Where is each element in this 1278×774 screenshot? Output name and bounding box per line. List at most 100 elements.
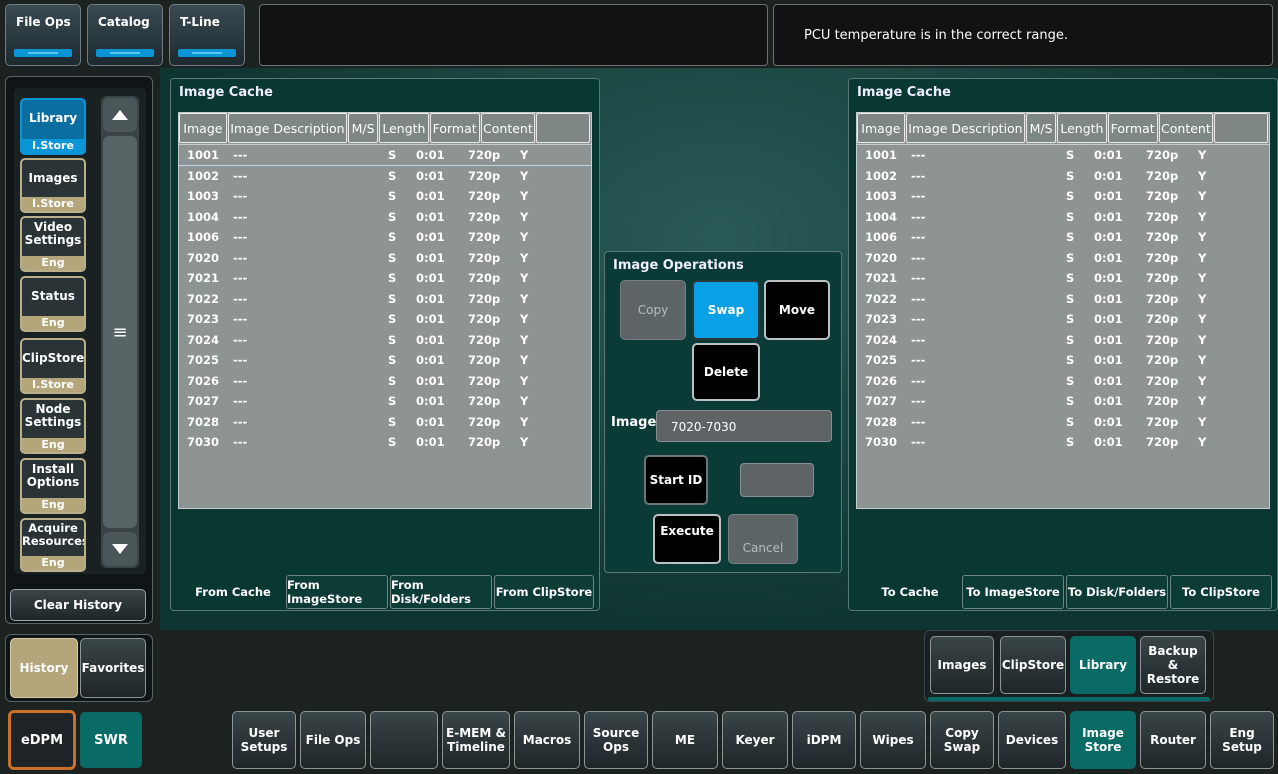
start-id-button[interactable]: Start ID — [644, 455, 708, 505]
edpm-button[interactable]: eDPM — [8, 710, 76, 770]
scroll-down-button[interactable] — [103, 532, 137, 566]
tab-from-clipstore[interactable]: From ClipStore — [494, 575, 594, 609]
table-row[interactable]: 7027 --- S 0:01 720p Y — [857, 391, 1269, 412]
catalog-button[interactable]: Catalog — [87, 4, 163, 66]
nav-file-ops[interactable]: File Ops — [300, 711, 366, 769]
tab-to-clipstore[interactable]: To ClipStore — [1170, 575, 1272, 609]
delete-button[interactable]: Delete — [692, 343, 760, 401]
swr-button[interactable]: SWR — [80, 712, 142, 768]
nav-user-setups[interactable]: User Setups — [232, 711, 296, 769]
tab-to-imagestore[interactable]: To ImageStore — [962, 575, 1064, 609]
t-line-button[interactable]: T-Line — [169, 4, 245, 66]
col-ms[interactable]: M/S — [348, 113, 379, 143]
col-content[interactable]: Content — [1158, 113, 1214, 143]
table-row[interactable]: 1004 --- S 0:01 720p Y — [857, 207, 1269, 228]
table-row[interactable]: 7028 --- S 0:01 720p Y — [179, 412, 591, 433]
nav-macros[interactable]: Macros — [514, 711, 580, 769]
sidebar-item-video-settings[interactable]: Video Settings Eng Setup — [20, 216, 86, 272]
table-row[interactable]: 7020 --- S 0:01 720p Y — [857, 248, 1269, 269]
table-row[interactable]: 1002 --- S 0:01 720p Y — [179, 166, 591, 187]
table-row[interactable]: 7025 --- S 0:01 720p Y — [179, 350, 591, 371]
move-button[interactable]: Move — [764, 280, 830, 340]
table-row[interactable]: 7028 --- S 0:01 720p Y — [857, 412, 1269, 433]
nav-eng-setup[interactable]: Eng Setup — [1210, 711, 1274, 769]
nav-copy-swap[interactable]: Copy Swap — [930, 711, 994, 769]
nav-blank[interactable] — [370, 711, 438, 769]
submenu-library-button[interactable]: Library — [1070, 636, 1136, 694]
clear-history-button[interactable]: Clear History — [10, 589, 146, 621]
col-format[interactable]: Format — [1107, 113, 1158, 143]
sidebar-item-status[interactable]: Status Eng Setup — [20, 276, 86, 332]
sidebar-item-install-options[interactable]: Install Options Eng Setup — [20, 458, 86, 514]
table-row[interactable]: 7022 --- S 0:01 720p Y — [179, 289, 591, 310]
scroll-up-button[interactable] — [103, 98, 137, 132]
col-format[interactable]: Format — [429, 113, 480, 143]
sidebar-item-clipstore[interactable]: ClipStore I.Store — [20, 338, 86, 394]
copy-button[interactable]: Copy — [620, 280, 686, 340]
nav-wipes[interactable]: Wipes — [860, 711, 926, 769]
sidebar-item-images[interactable]: Images I.Store — [20, 158, 86, 213]
file-ops-top-button[interactable]: File Ops — [5, 4, 81, 66]
table-row[interactable]: 1001 --- S 0:01 720p Y — [857, 145, 1269, 166]
table-row[interactable]: 7026 --- S 0:01 720p Y — [179, 371, 591, 392]
nav-image-store[interactable]: Image Store — [1070, 711, 1136, 769]
submenu-label: ClipStore — [1001, 658, 1065, 672]
table-cell: --- — [911, 230, 926, 245]
col-length[interactable]: Length — [1057, 113, 1107, 143]
table-row[interactable]: 1001 --- S 0:01 720p Y — [179, 145, 591, 166]
sidebar-item-library[interactable]: Library I.Store — [20, 98, 86, 155]
sidebar-item-acquire-resources[interactable]: Acquire Resources Eng Setup — [20, 518, 86, 572]
table-row[interactable]: 7024 --- S 0:01 720p Y — [857, 330, 1269, 351]
table-row[interactable]: 1004 --- S 0:01 720p Y — [179, 207, 591, 228]
table-row[interactable]: 1003 --- S 0:01 720p Y — [179, 186, 591, 207]
nav-source-ops[interactable]: Source Ops — [584, 711, 648, 769]
execute-button[interactable]: Execute — [653, 514, 721, 564]
table-row[interactable]: 7027 --- S 0:01 720p Y — [179, 391, 591, 412]
table-row[interactable]: 7021 --- S 0:01 720p Y — [179, 268, 591, 289]
sidebar-item-node-settings[interactable]: Node Settings Eng Setup — [20, 398, 86, 454]
table-row[interactable]: 7023 --- S 0:01 720p Y — [857, 309, 1269, 330]
nav-router[interactable]: Router — [1140, 711, 1206, 769]
submenu-backup-restore-button[interactable]: Backup & Restore — [1140, 636, 1206, 694]
table-row[interactable]: 7030 --- S 0:01 720p Y — [857, 432, 1269, 453]
catalog-label: Catalog — [98, 15, 150, 29]
nav-devices[interactable]: Devices — [998, 711, 1066, 769]
tab-to-disk-folders[interactable]: To Disk/Folders — [1066, 575, 1168, 609]
table-row[interactable]: 7020 --- S 0:01 720p Y — [179, 248, 591, 269]
table-row[interactable]: 7022 --- S 0:01 720p Y — [857, 289, 1269, 310]
table-row[interactable]: 7021 --- S 0:01 720p Y — [857, 268, 1269, 289]
table-row[interactable]: 1006 --- S 0:01 720p Y — [857, 227, 1269, 248]
table-row[interactable]: 7026 --- S 0:01 720p Y — [857, 371, 1269, 392]
col-ms[interactable]: M/S — [1026, 113, 1057, 143]
table-row[interactable]: 7025 --- S 0:01 720p Y — [857, 350, 1269, 371]
col-image[interactable]: Image — [857, 113, 905, 143]
nav-me[interactable]: ME — [652, 711, 718, 769]
nav-e-mem-timeline[interactable]: E-MEM & Timeline — [442, 711, 510, 769]
favorites-button[interactable]: Favorites — [80, 638, 146, 698]
scroll-thumb[interactable]: ≡ — [103, 136, 137, 528]
tab-from-disk-folders[interactable]: From Disk/Folders — [390, 575, 492, 609]
submenu-clipstore-button[interactable]: ClipStore — [1000, 636, 1066, 694]
tab-to-cache[interactable]: To Cache — [860, 575, 960, 609]
col-image-description[interactable]: Image Description — [905, 113, 1026, 143]
submenu-images-button[interactable]: Images — [930, 636, 994, 694]
history-button[interactable]: History — [10, 638, 78, 698]
cancel-button[interactable]: Cancel — [728, 514, 798, 564]
swap-button[interactable]: Swap — [692, 280, 760, 340]
nav-idpm[interactable]: iDPM — [792, 711, 856, 769]
tab-from-cache[interactable]: From Cache — [182, 575, 284, 609]
table-row[interactable]: 1006 --- S 0:01 720p Y — [179, 227, 591, 248]
col-image-description[interactable]: Image Description — [227, 113, 348, 143]
table-row[interactable]: 7024 --- S 0:01 720p Y — [179, 330, 591, 351]
tab-from-imagestore[interactable]: From ImageStore — [286, 575, 388, 609]
nav-keyer[interactable]: Keyer — [722, 711, 788, 769]
start-id-input[interactable] — [740, 463, 814, 497]
table-row[interactable]: 7030 --- S 0:01 720p Y — [179, 432, 591, 453]
images-range-input[interactable]: 7020-7030 — [656, 410, 832, 442]
col-length[interactable]: Length — [379, 113, 429, 143]
col-content[interactable]: Content — [480, 113, 536, 143]
table-row[interactable]: 1002 --- S 0:01 720p Y — [857, 166, 1269, 187]
col-image[interactable]: Image — [179, 113, 227, 143]
table-row[interactable]: 1003 --- S 0:01 720p Y — [857, 186, 1269, 207]
table-row[interactable]: 7023 --- S 0:01 720p Y — [179, 309, 591, 330]
